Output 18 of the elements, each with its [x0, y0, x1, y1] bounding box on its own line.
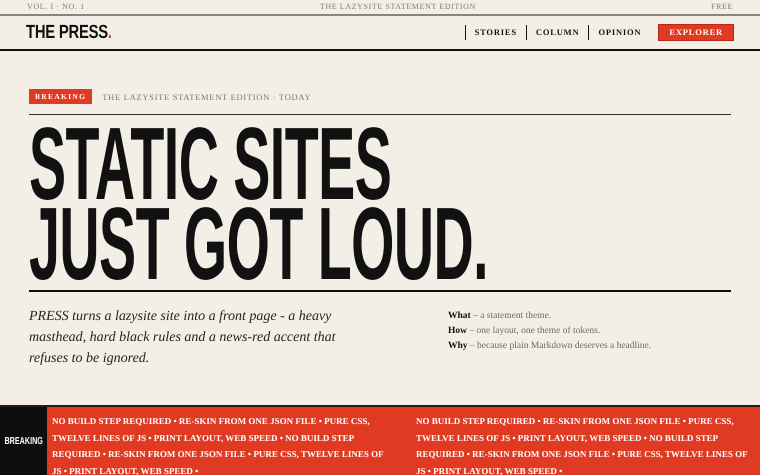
edition-label: THE LAZYSITE STATEMENT EDITION [320, 2, 476, 13]
logo[interactable]: THE PRESS. [26, 22, 112, 44]
nav-link[interactable]: OPINION [588, 25, 650, 40]
ticker-label: BREAKING [4, 436, 43, 446]
issue-label: VOL. I · NO. 1 [27, 2, 85, 13]
fact-line: What – a statement theme. [448, 310, 552, 323]
fact-line: How – one layout, one theme of tokens. [448, 325, 602, 338]
nav-link[interactable]: STORIES [464, 25, 526, 40]
ticker-text: NO BUILD STEP REQUIRED • RE-SKIN FROM ONE JSON FILE • PURE CSS, TWELVE LINES OF JS • PRINT LAYOUT, WEB SPEED • NO BUILD STEP REQUIRED • RE-SKIN FROM ONE JSON FILE • PURE CSS, TWELVE LINES OF JS • PRINT LAYOUT, WEB SPEED • [52, 415, 384, 475]
nav-link[interactable]: EXPLORER [658, 24, 734, 41]
ticker-text: NO BUILD STEP REQUIRED • RE-SKIN FROM ONE JSON FILE • PURE CSS, TWELVE LINES OF JS • PRINT LAYOUT, WEB SPEED • NO BUILD STEP REQUIRED • RE-SKIN FROM ONE JSON FILE • PURE CSS, TWELVE LINES OF JS • PRINT LAYOUT, WEB SPEED • [416, 415, 748, 475]
lede-paragraph: PRESS turns a lazysite site into a front page - a heavy masthead, hard black rules and a news-red accent that refuses to be ignored. [29, 308, 337, 368]
headline-line: STATIC SITES [29, 124, 392, 204]
nav-link[interactable]: COLUMN [526, 25, 588, 40]
price-label: FREE [711, 2, 733, 13]
kicker-text: THE LAZYSITE STATEMENT EDITION · TODAY [102, 92, 312, 102]
headline-line: JUST GOT LOUD. [29, 204, 488, 284]
fact-line: Why – because plain Markdown deserves a headline. [448, 340, 652, 353]
